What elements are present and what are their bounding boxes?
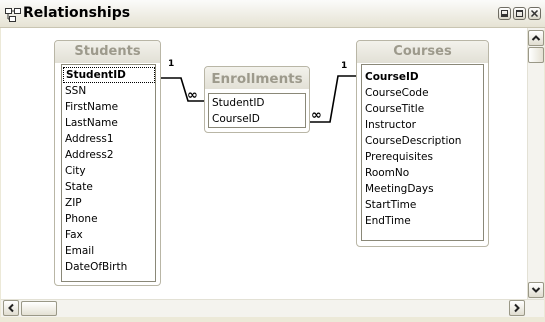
courses-field[interactable]: MeetingDays — [365, 181, 434, 197]
arrow-up-icon — [531, 35, 541, 41]
students-field[interactable]: FirstName — [65, 99, 118, 115]
courses-field-list[interactable]: CourseID CourseCode CourseTitle Instruct… — [361, 64, 484, 241]
relationship-many-label-enrollments-course: ∞ — [311, 108, 322, 123]
scroll-down-button[interactable] — [528, 282, 544, 298]
courses-field[interactable]: CourseCode — [365, 85, 429, 101]
courses-field[interactable]: Prerequisites — [365, 149, 433, 165]
enrollments-field-list[interactable]: StudentID CourseID — [208, 93, 306, 128]
students-field[interactable]: City — [65, 163, 86, 179]
relationship-one-label-courses: 1 — [341, 61, 348, 71]
scroll-up-button[interactable] — [528, 30, 544, 46]
minimize-button[interactable] — [498, 7, 511, 20]
enrollments-table-title: Enrollments — [211, 71, 303, 87]
students-field[interactable]: Fax — [65, 227, 83, 243]
students-field[interactable]: Address2 — [65, 147, 114, 163]
close-icon — [530, 9, 539, 18]
vertical-scrollbar[interactable] — [527, 28, 544, 299]
relationships-icon — [5, 7, 21, 22]
arrow-right-icon — [514, 303, 520, 313]
students-field[interactable]: Email — [65, 243, 94, 259]
students-field-list[interactable]: StudentID SSN FirstName LastName Address… — [61, 64, 156, 282]
courses-table[interactable]: Courses CourseID CourseCode CourseTitle … — [356, 40, 489, 247]
courses-field[interactable]: EndTime — [365, 213, 411, 229]
students-field[interactable]: DateOfBirth — [65, 259, 127, 275]
courses-field[interactable]: RoomNo — [365, 165, 409, 181]
courses-field[interactable]: Instructor — [365, 117, 416, 133]
relationship-many-label-enrollments-student: ∞ — [187, 88, 198, 103]
students-table-title: Students — [74, 44, 141, 59]
vertical-scroll-thumb[interactable] — [528, 47, 544, 63]
title-bar[interactable]: Relationships — [0, 0, 545, 28]
students-table[interactable]: Students StudentID SSN FirstName LastNam… — [54, 40, 161, 286]
students-field[interactable]: Address1 — [65, 131, 114, 147]
courses-table-title: Courses — [393, 44, 452, 59]
enrollments-field[interactable]: CourseID — [212, 111, 260, 127]
students-field[interactable]: State — [65, 179, 93, 195]
courses-table-header[interactable]: Courses — [357, 41, 488, 63]
restore-button[interactable] — [513, 7, 526, 20]
scroll-right-button[interactable] — [509, 300, 525, 316]
courses-field[interactable]: StartTime — [365, 197, 416, 213]
students-table-header[interactable]: Students — [55, 41, 160, 63]
students-field[interactable]: LastName — [65, 115, 118, 131]
students-field[interactable]: Phone — [65, 211, 98, 227]
restore-icon — [516, 10, 523, 17]
window-title: Relationships — [23, 5, 131, 21]
relationship-one-label-students: 1 — [168, 59, 175, 69]
arrow-down-icon — [531, 287, 541, 293]
courses-field[interactable]: CourseDescription — [365, 133, 461, 149]
courses-field[interactable]: CourseID — [365, 69, 419, 85]
arrow-left-icon — [8, 303, 14, 313]
minimize-icon — [501, 10, 508, 17]
courses-field[interactable]: CourseTitle — [365, 101, 424, 117]
students-field[interactable]: ZIP — [65, 195, 82, 211]
close-button[interactable] — [528, 7, 541, 20]
relationships-canvas[interactable]: 1 ∞ 1 ∞ Students StudentID SSN FirstName… — [1, 28, 527, 299]
scroll-left-button[interactable] — [3, 300, 19, 316]
relationships-window: Relationships 1 ∞ 1 ∞ Students StudentID… — [0, 0, 545, 322]
enrollments-field[interactable]: StudentID — [212, 95, 265, 111]
horizontal-scrollbar[interactable] — [1, 299, 544, 317]
students-field[interactable]: StudentID — [63, 67, 155, 83]
horizontal-scroll-thumb[interactable] — [21, 301, 57, 316]
students-field[interactable]: SSN — [65, 83, 86, 99]
enrollments-table[interactable]: Enrollments StudentID CourseID — [204, 66, 310, 133]
enrollments-table-header[interactable]: Enrollments — [205, 67, 309, 89]
